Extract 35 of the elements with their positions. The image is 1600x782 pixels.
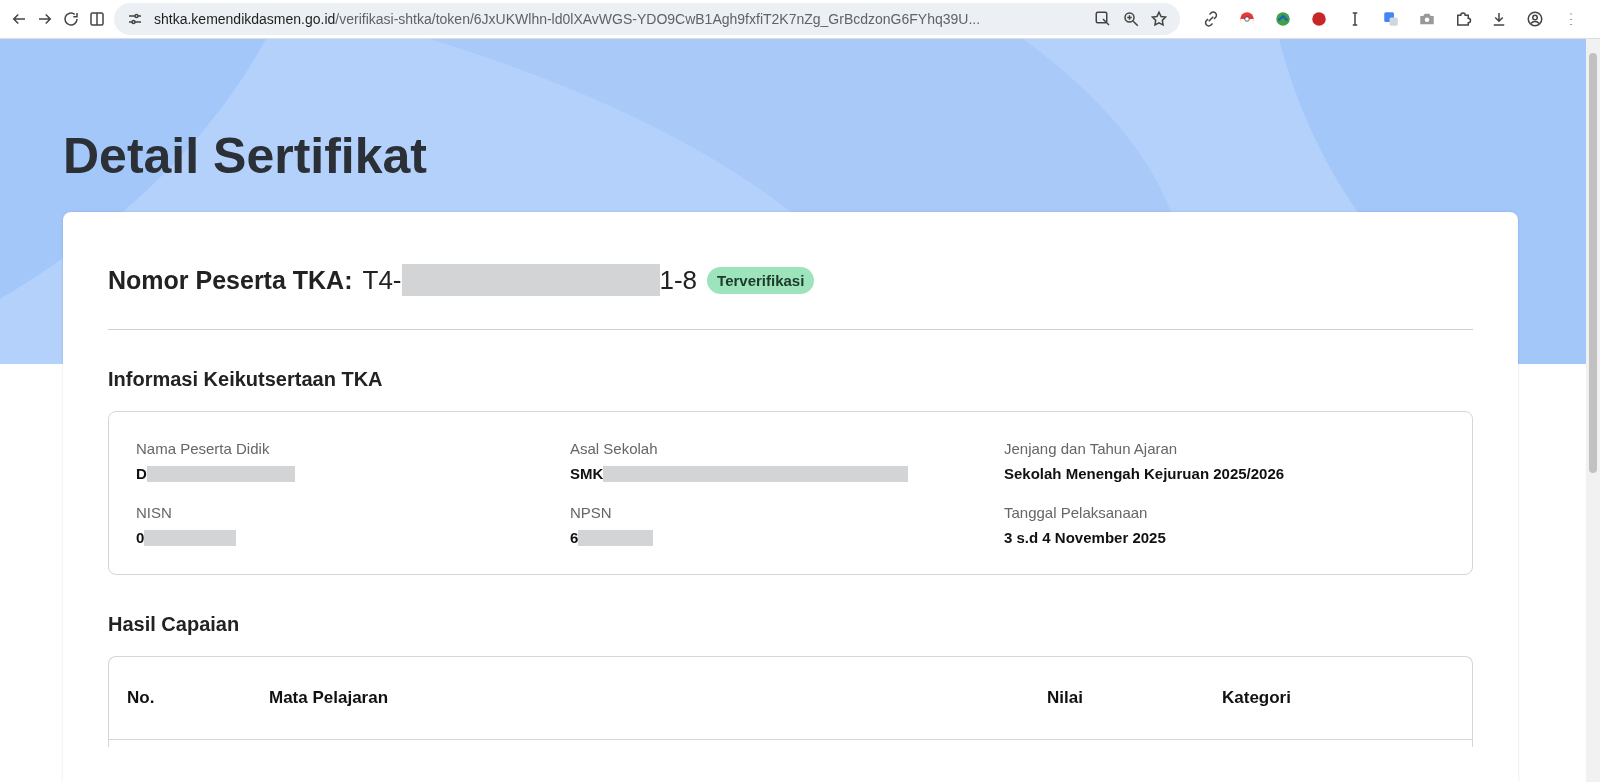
address-bar[interactable]: shtka.kemendikdasmen.go.id/verifikasi-shtka/token/6JxUKWlhn-ld0lXAvWGS-YDO9CwB1Agh9fxfiT2K7nZg_GrBcdzonG6FYhq39U... xyxy=(114,3,1180,35)
column-header: Mata Pelajaran xyxy=(269,688,390,708)
split-view-icon[interactable] xyxy=(88,10,106,28)
link-icon[interactable] xyxy=(1202,10,1220,28)
status-badge: Terverifikasi xyxy=(707,266,815,294)
field-value: Sekolah Menengah Kejuruan 2025/2026 xyxy=(1004,465,1285,482)
star-icon[interactable] xyxy=(1150,10,1168,28)
participant-number-label: Nomor Peserta TKA: xyxy=(108,265,353,295)
page-title: Detail Sertifikat xyxy=(62,127,428,185)
column-header: Kategori xyxy=(1222,688,1292,708)
field-label: Nama Peserta Didik xyxy=(136,440,271,457)
field-value: 6 xyxy=(570,529,579,546)
field-label: Asal Sekolah xyxy=(570,440,659,457)
round-logo-icon[interactable] xyxy=(1310,10,1328,28)
participant-number: 1-8 xyxy=(659,264,698,296)
field-value: 3 s.d 4 November 2025 xyxy=(1004,529,1166,546)
field-label: NPSN xyxy=(570,504,613,521)
field-label: Tanggal Pelaksanaan xyxy=(1004,504,1149,521)
profile-icon[interactable] xyxy=(1526,10,1544,28)
participant-number: T4- xyxy=(362,264,402,296)
zoom-icon[interactable] xyxy=(1122,10,1140,28)
column-header: No. xyxy=(127,688,156,708)
field-value: SMK xyxy=(570,465,604,482)
reload-icon[interactable] xyxy=(62,10,80,28)
field-value: 0 xyxy=(136,529,145,546)
puzzle-icon[interactable] xyxy=(1454,10,1472,28)
field-value: D xyxy=(136,465,147,482)
field-label: Jenjang dan Tahun Ajaran xyxy=(1004,440,1179,457)
field-label: NISN xyxy=(136,504,173,521)
ball-icon[interactable] xyxy=(1238,10,1256,28)
column-header: Nilai xyxy=(1047,688,1084,708)
section-heading: Informasi Keikutsertaan TKA xyxy=(108,368,384,391)
globe-icon[interactable] xyxy=(1274,10,1292,28)
scrollbar[interactable] xyxy=(1586,39,1600,782)
section-heading: Hasil Capaian xyxy=(108,613,241,636)
